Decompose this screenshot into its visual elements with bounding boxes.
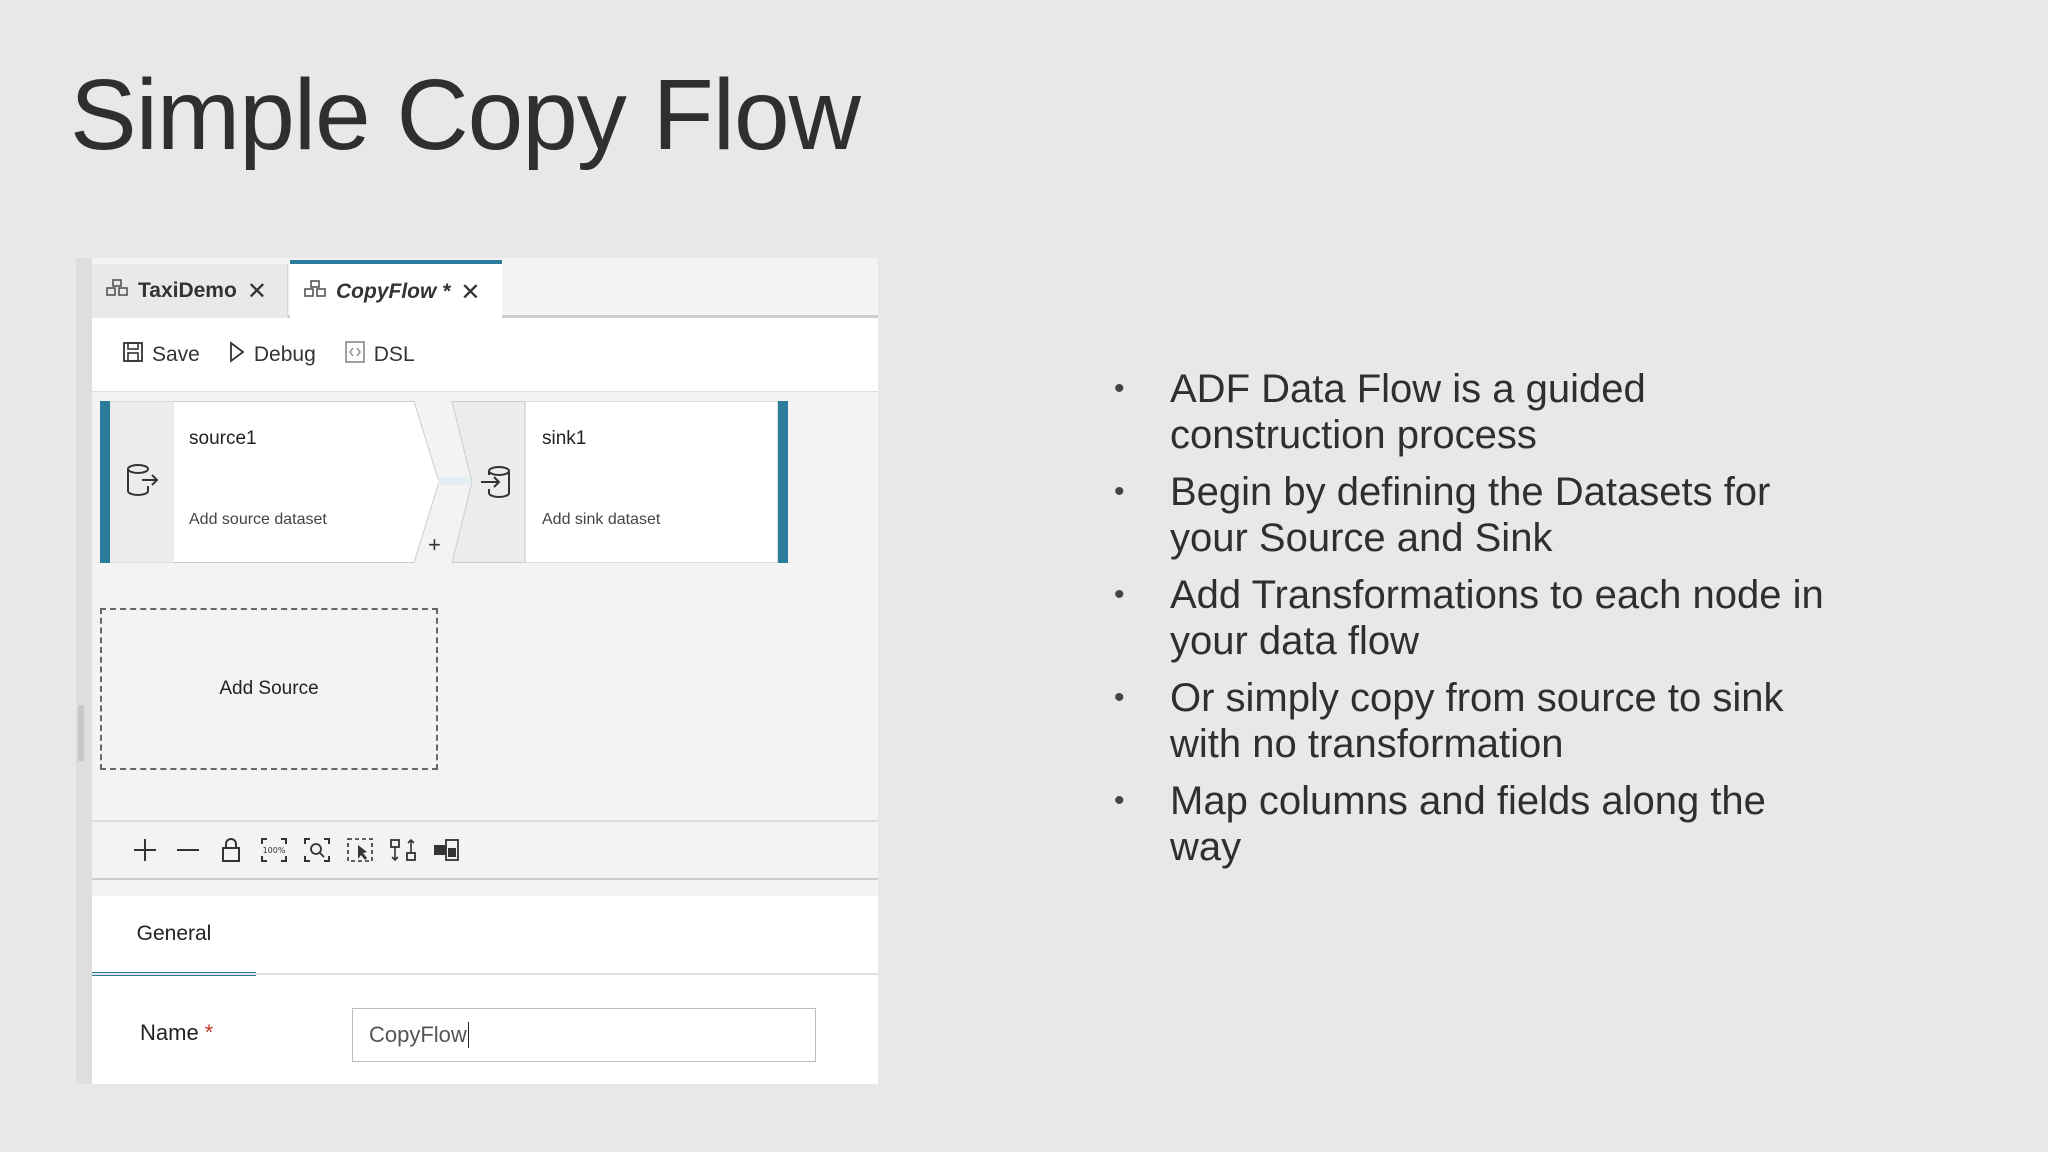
general-tab-label: General [136, 922, 212, 945]
tab-general[interactable]: General [92, 896, 256, 976]
minimap-icon[interactable] [431, 835, 461, 865]
properties-divider [92, 973, 878, 975]
resize-handle[interactable] [78, 705, 84, 761]
code-icon [344, 340, 366, 370]
bullet-dot: • [1114, 681, 1125, 714]
slide-title: Simple Copy Flow [70, 59, 861, 171]
bullet-dot: • [1114, 475, 1125, 508]
name-label: Name * [140, 1020, 213, 1046]
auto-align-icon[interactable] [388, 835, 418, 865]
source-node[interactable] [174, 401, 440, 563]
zoom-toolbar: 100% [92, 820, 878, 880]
sink-accent [778, 401, 788, 563]
bullet-item: • ADF Data Flow is a guided construction … [1112, 366, 1832, 458]
select-icon[interactable] [345, 835, 375, 865]
bullet-text: Begin by defining the Datasets for your … [1170, 470, 1771, 560]
source-icon-box[interactable] [110, 401, 174, 563]
bullet-item: • Map columns and fields along the way [1112, 778, 1832, 870]
sink-node-subtitle[interactable]: Add sink dataset [542, 511, 660, 529]
sink-node-name: sink1 [542, 428, 587, 449]
required-marker: * [204, 1020, 214, 1045]
dataflow-icon [304, 280, 326, 304]
tab-bar: TaxiDemo ✕ CopyFlow * ✕ [92, 258, 878, 320]
zoom-out-icon[interactable] [173, 835, 203, 865]
bullet-dot: • [1114, 372, 1125, 405]
text-caret [467, 1022, 469, 1048]
toolbar: Save Debug DSL [92, 318, 878, 392]
debug-button[interactable]: Debug [228, 340, 316, 369]
save-button[interactable]: Save [122, 341, 200, 369]
sink-node[interactable] [526, 401, 778, 563]
bullet-text: ADF Data Flow is a guided construction p… [1170, 367, 1646, 457]
bullet-text: Or simply copy from source to sink with … [1170, 676, 1784, 766]
close-icon[interactable]: ✕ [247, 277, 267, 306]
name-label-text: Name [140, 1020, 199, 1045]
add-transformation-button[interactable]: + [428, 532, 441, 558]
bullet-item: • Begin by defining the Datasets for your… [1112, 469, 1832, 561]
bullet-dot: • [1114, 784, 1125, 817]
source-node-name: source1 [189, 428, 257, 449]
tab-taxidemo[interactable]: TaxiDemo ✕ [92, 264, 288, 318]
source-accent [100, 401, 110, 563]
name-input[interactable]: CopyFlow [352, 1008, 816, 1062]
zoom-100-icon[interactable]: 100% [259, 835, 289, 865]
bullet-text: Add Transformations to each node in your… [1170, 573, 1824, 663]
bullet-dot: • [1114, 578, 1125, 611]
zoom-in-icon[interactable] [130, 835, 160, 865]
add-source-label: Add Source [219, 678, 319, 699]
dsl-label: DSL [373, 342, 415, 366]
bullet-list: • ADF Data Flow is a guided construction … [1112, 366, 1832, 881]
tab-label: CopyFlow * [336, 280, 451, 303]
source-node-subtitle[interactable]: Add source dataset [189, 511, 327, 529]
tab-copyflow[interactable]: CopyFlow * ✕ [290, 260, 502, 320]
zoom-to-fit-icon[interactable] [302, 835, 332, 865]
debug-label: Debug [253, 342, 316, 366]
source-icon [124, 462, 160, 503]
bullet-item: • Add Transformations to each node in you… [1112, 572, 1832, 664]
close-icon[interactable]: ✕ [460, 278, 480, 307]
dataflow-icon [106, 279, 128, 303]
save-label: Save [152, 342, 200, 366]
tab-label: TaxiDemo [138, 279, 237, 302]
svg-text:100%: 100% [263, 846, 286, 855]
play-icon [228, 340, 246, 369]
bullet-item: • Or simply copy from source to sink with… [1112, 675, 1832, 767]
panel-edge [76, 258, 92, 1084]
add-source-button[interactable]: Add Source [100, 608, 438, 770]
lock-icon[interactable] [216, 835, 246, 865]
name-input-value: CopyFlow [369, 1022, 467, 1047]
bullet-text: Map columns and fields along the way [1170, 779, 1766, 869]
sink-icon [479, 464, 515, 505]
save-icon [122, 341, 144, 369]
dsl-button[interactable]: DSL [344, 340, 415, 370]
